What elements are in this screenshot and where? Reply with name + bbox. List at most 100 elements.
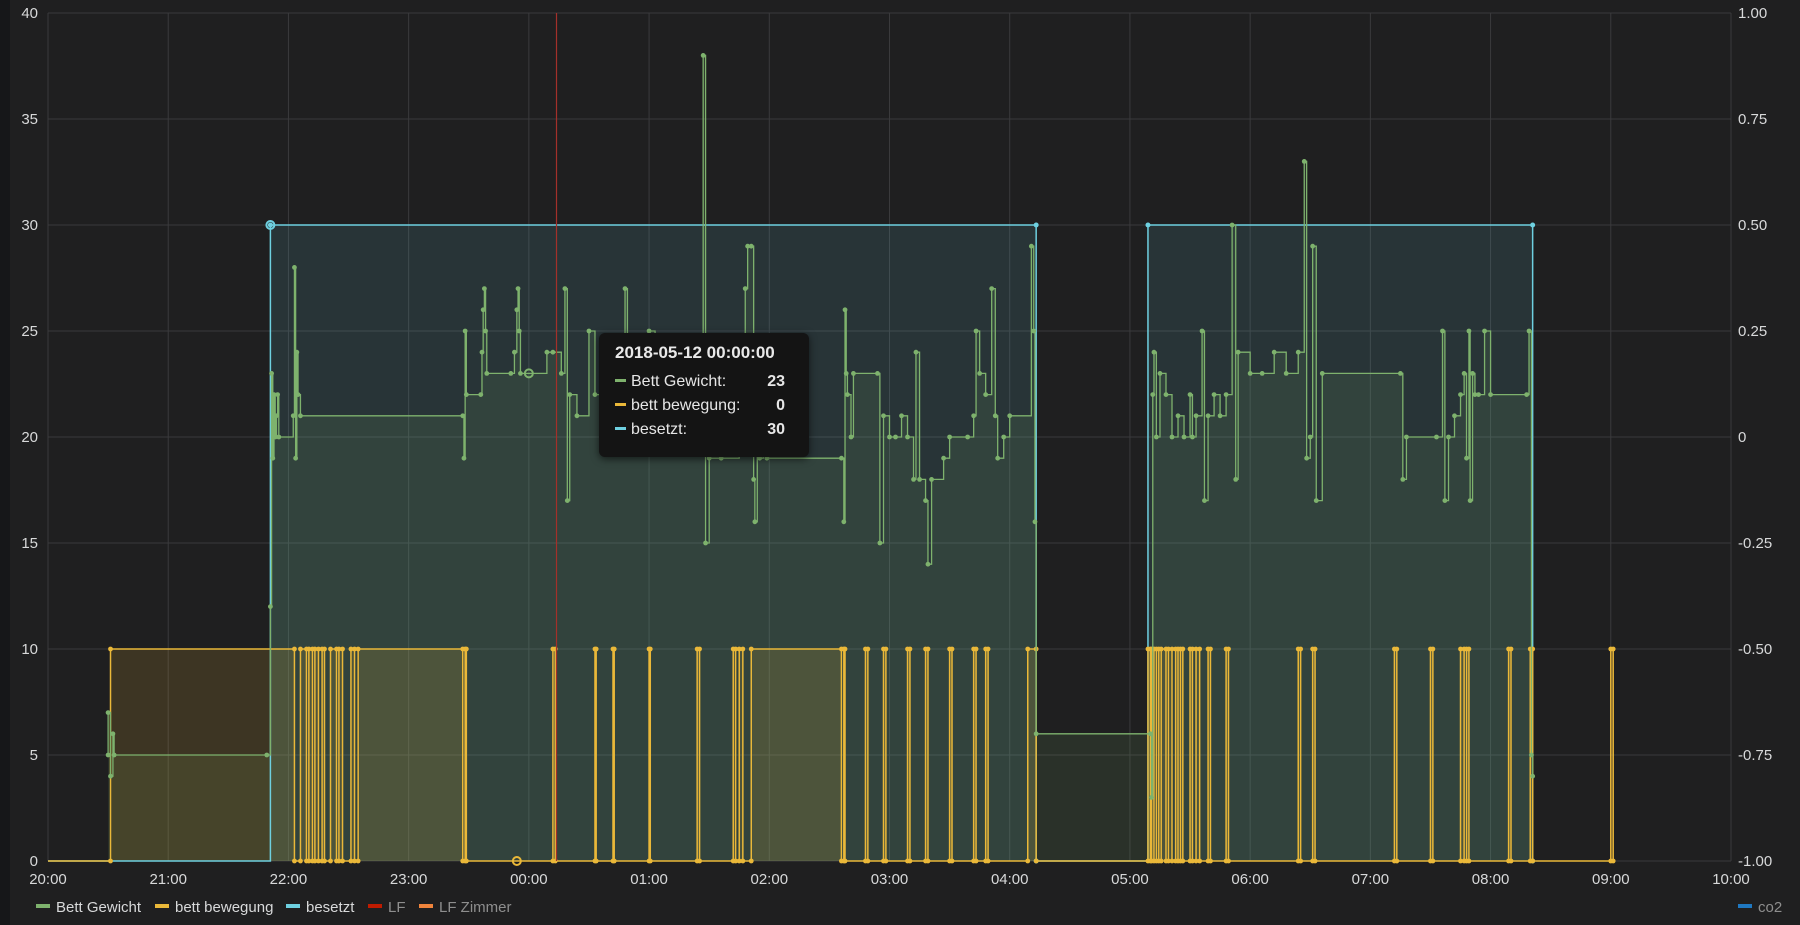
bett-gewicht-point bbox=[965, 434, 971, 440]
bett-bewegung-point bbox=[108, 646, 113, 652]
bett-bewegung-point bbox=[907, 858, 913, 864]
x-tick-label: 01:00 bbox=[630, 871, 668, 888]
bett-gewicht-point bbox=[1524, 392, 1530, 397]
bett-bewegung-point bbox=[949, 858, 955, 864]
bett-gewicht-point bbox=[1163, 392, 1169, 397]
bett-bewegung-point bbox=[1180, 646, 1186, 652]
bett-bewegung-point bbox=[611, 646, 617, 652]
bett-gewicht-point bbox=[905, 434, 910, 440]
bett-bewegung-point bbox=[1530, 858, 1536, 864]
bett-gewicht-point bbox=[298, 413, 303, 419]
bett-bewegung-point bbox=[292, 646, 297, 652]
bett-gewicht-point bbox=[586, 328, 592, 334]
y-left-tick-label: 40 bbox=[21, 5, 38, 22]
bett-gewicht-point bbox=[887, 434, 892, 440]
series-swatch-icon bbox=[368, 904, 382, 909]
bett-gewicht-point bbox=[983, 392, 989, 397]
bett-bewegung-area bbox=[300, 649, 307, 861]
bett-gewicht-point bbox=[700, 53, 706, 58]
bett-gewicht-point bbox=[1470, 371, 1475, 376]
bett-gewicht-point bbox=[1202, 498, 1207, 503]
bett-gewicht-point bbox=[508, 371, 514, 376]
bett-gewicht-point bbox=[941, 455, 946, 461]
bett-bewegung-point bbox=[748, 858, 754, 864]
legend-item-lf[interactable]: LF bbox=[368, 899, 406, 916]
bett-bewegung-point bbox=[697, 646, 702, 652]
bett-gewicht-point bbox=[567, 392, 573, 397]
bett-gewicht-point bbox=[917, 477, 922, 482]
bett-bewegung-point bbox=[973, 858, 979, 864]
legend-item-bett-bewegung[interactable]: bett bewegung bbox=[155, 899, 273, 916]
bett-gewicht-point bbox=[1464, 455, 1469, 461]
bett-bewegung-point bbox=[865, 646, 871, 652]
bett-gewicht-point bbox=[1467, 498, 1473, 503]
bett-bewegung-point bbox=[1226, 858, 1231, 864]
bett-gewicht-point bbox=[1283, 371, 1289, 376]
bett-bewegung-point bbox=[593, 858, 599, 864]
tooltip-row-besetzt: besetzt: 30 bbox=[615, 421, 795, 443]
bett-gewicht-point bbox=[1031, 328, 1037, 334]
bett-gewicht-point bbox=[1442, 498, 1448, 503]
bett-bewegung-point bbox=[1466, 646, 1472, 652]
series-fill-layer bbox=[108, 55, 1614, 861]
bett-gewicht-point bbox=[851, 371, 856, 376]
bett-gewicht-point bbox=[108, 773, 113, 779]
bett-bewegung-area bbox=[751, 649, 842, 861]
bett-gewicht-point bbox=[925, 561, 931, 567]
bett-gewicht-point bbox=[752, 519, 758, 525]
bett-gewicht-point bbox=[274, 413, 279, 419]
bett-gewicht-point bbox=[1295, 349, 1301, 355]
bett-gewicht-point bbox=[479, 349, 485, 355]
bett-gewicht-point bbox=[973, 328, 979, 334]
bett-gewicht-point bbox=[515, 286, 521, 291]
tooltip-time: 2018-05-12 00:00:00 bbox=[615, 343, 775, 362]
bett-bewegung-point bbox=[1312, 646, 1318, 652]
bett-gewicht-point bbox=[518, 371, 523, 376]
bett-bewegung-point bbox=[298, 858, 303, 864]
bett-gewicht-point bbox=[270, 455, 276, 461]
bett-gewicht-point bbox=[877, 540, 883, 546]
bett-gewicht-point bbox=[989, 286, 995, 291]
bett-gewicht-point bbox=[843, 371, 849, 376]
legend-item-co2[interactable]: co2 bbox=[1738, 899, 1782, 916]
y-right-tick-label: -1.00 bbox=[1738, 853, 1772, 870]
bett-gewicht-point bbox=[881, 413, 886, 419]
bett-gewicht-point bbox=[264, 752, 270, 758]
bett-bewegung-point bbox=[985, 646, 991, 652]
bett-bewegung-point bbox=[1208, 858, 1213, 864]
legend-item-besetzt[interactable]: besetzt bbox=[286, 899, 354, 916]
bett-gewicht-point bbox=[562, 286, 568, 291]
bett-gewicht-point bbox=[1461, 371, 1467, 376]
y-right-tick-label: 0.50 bbox=[1738, 217, 1767, 234]
bett-gewicht-point bbox=[751, 477, 757, 482]
bett-gewicht-point bbox=[1190, 434, 1195, 440]
bett-bewegung-point bbox=[108, 858, 113, 864]
bett-bewegung-point bbox=[1298, 646, 1304, 652]
bett-bewegung-point bbox=[1394, 646, 1400, 652]
bett-gewicht-point bbox=[899, 413, 904, 419]
bett-bewegung-point bbox=[340, 858, 345, 864]
bett-gewicht-point bbox=[564, 498, 570, 503]
series-swatch-icon bbox=[615, 426, 626, 430]
bett-bewegung-point bbox=[463, 646, 469, 652]
bett-gewicht-point bbox=[893, 434, 898, 440]
bett-gewicht-point bbox=[484, 371, 490, 376]
series-swatch-icon bbox=[36, 904, 50, 909]
legend-item-bett-gewicht[interactable]: Bett Gewicht bbox=[36, 899, 141, 916]
series-swatch-icon bbox=[286, 904, 300, 909]
legend-item-lf-zimmer[interactable]: LF Zimmer bbox=[419, 899, 512, 916]
bett-bewegung-point bbox=[1466, 858, 1472, 864]
x-tick-label: 04:00 bbox=[991, 871, 1029, 888]
bett-gewicht-point bbox=[841, 519, 847, 525]
bett-gewicht-point bbox=[481, 286, 487, 291]
time-series-chart[interactable]: 20:00 21:00 22:00 23:00 00:00 01:00 02:00 03:00… bbox=[10, 0, 1800, 895]
bett-gewicht-point bbox=[1247, 371, 1253, 376]
bett-bewegung-point bbox=[1298, 858, 1304, 864]
bett-gewicht-point bbox=[1001, 434, 1007, 440]
bett-gewicht-point bbox=[1169, 434, 1175, 440]
bett-bewegung-point bbox=[1430, 858, 1436, 864]
bett-gewicht-point bbox=[929, 477, 934, 482]
bett-bewegung-point bbox=[842, 646, 848, 652]
bett-gewicht-point bbox=[1398, 371, 1403, 376]
bett-bewegung-point bbox=[865, 858, 871, 864]
